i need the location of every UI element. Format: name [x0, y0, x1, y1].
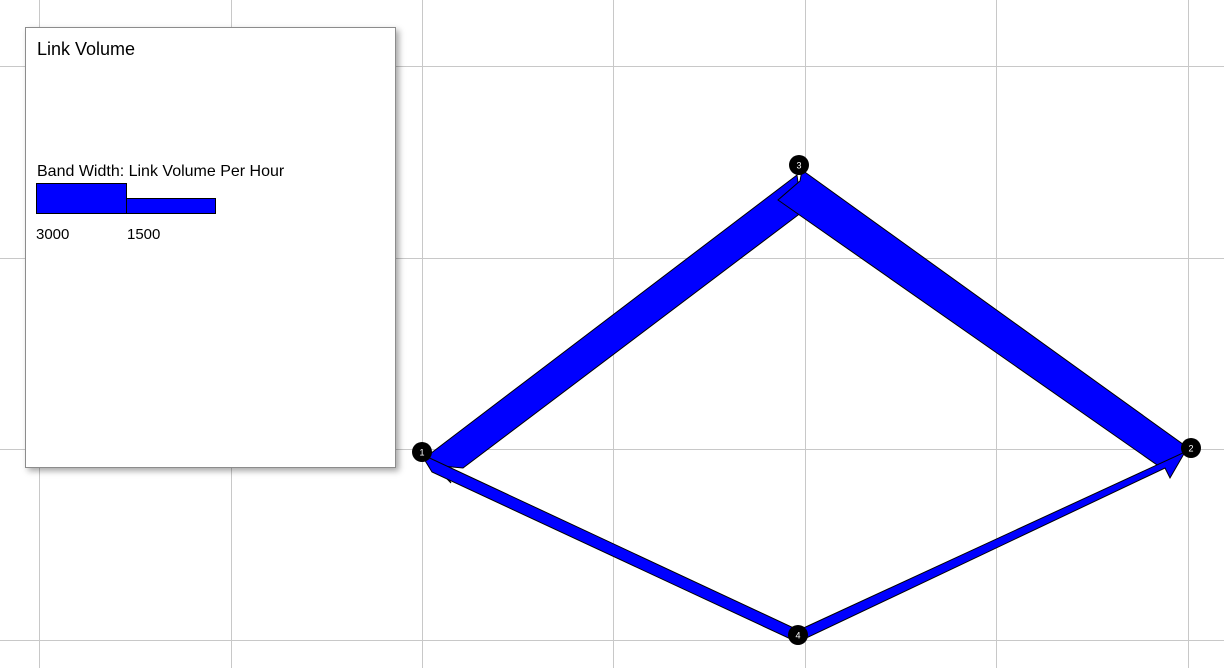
- legend-title: Link Volume: [37, 39, 136, 59]
- node-label: 2: [1188, 444, 1193, 454]
- legend-subtitle: Band Width: Link Volume Per Hour: [37, 163, 285, 180]
- link-band-4-2[interactable]: [796, 450, 1187, 641]
- node-3[interactable]: 3: [789, 155, 809, 175]
- link-band-1-4[interactable]: [419, 452, 799, 642]
- node-2[interactable]: 2: [1181, 438, 1201, 458]
- legend-bar-3000: [36, 183, 127, 214]
- node-1[interactable]: 1: [412, 442, 432, 462]
- node-4[interactable]: 4: [788, 625, 808, 645]
- node-label: 4: [795, 631, 800, 641]
- legend-label-1500: 1500: [127, 226, 161, 243]
- link-band-3-2[interactable]: [777, 169, 1192, 468]
- node-label: 3: [796, 161, 801, 171]
- legend-bar-1500: [126, 198, 216, 214]
- node-label: 1: [419, 448, 424, 458]
- legend-panel[interactable]: Link Volume Band Width: Link Volume Per …: [25, 27, 396, 468]
- legend-label-3000: 3000: [36, 226, 70, 243]
